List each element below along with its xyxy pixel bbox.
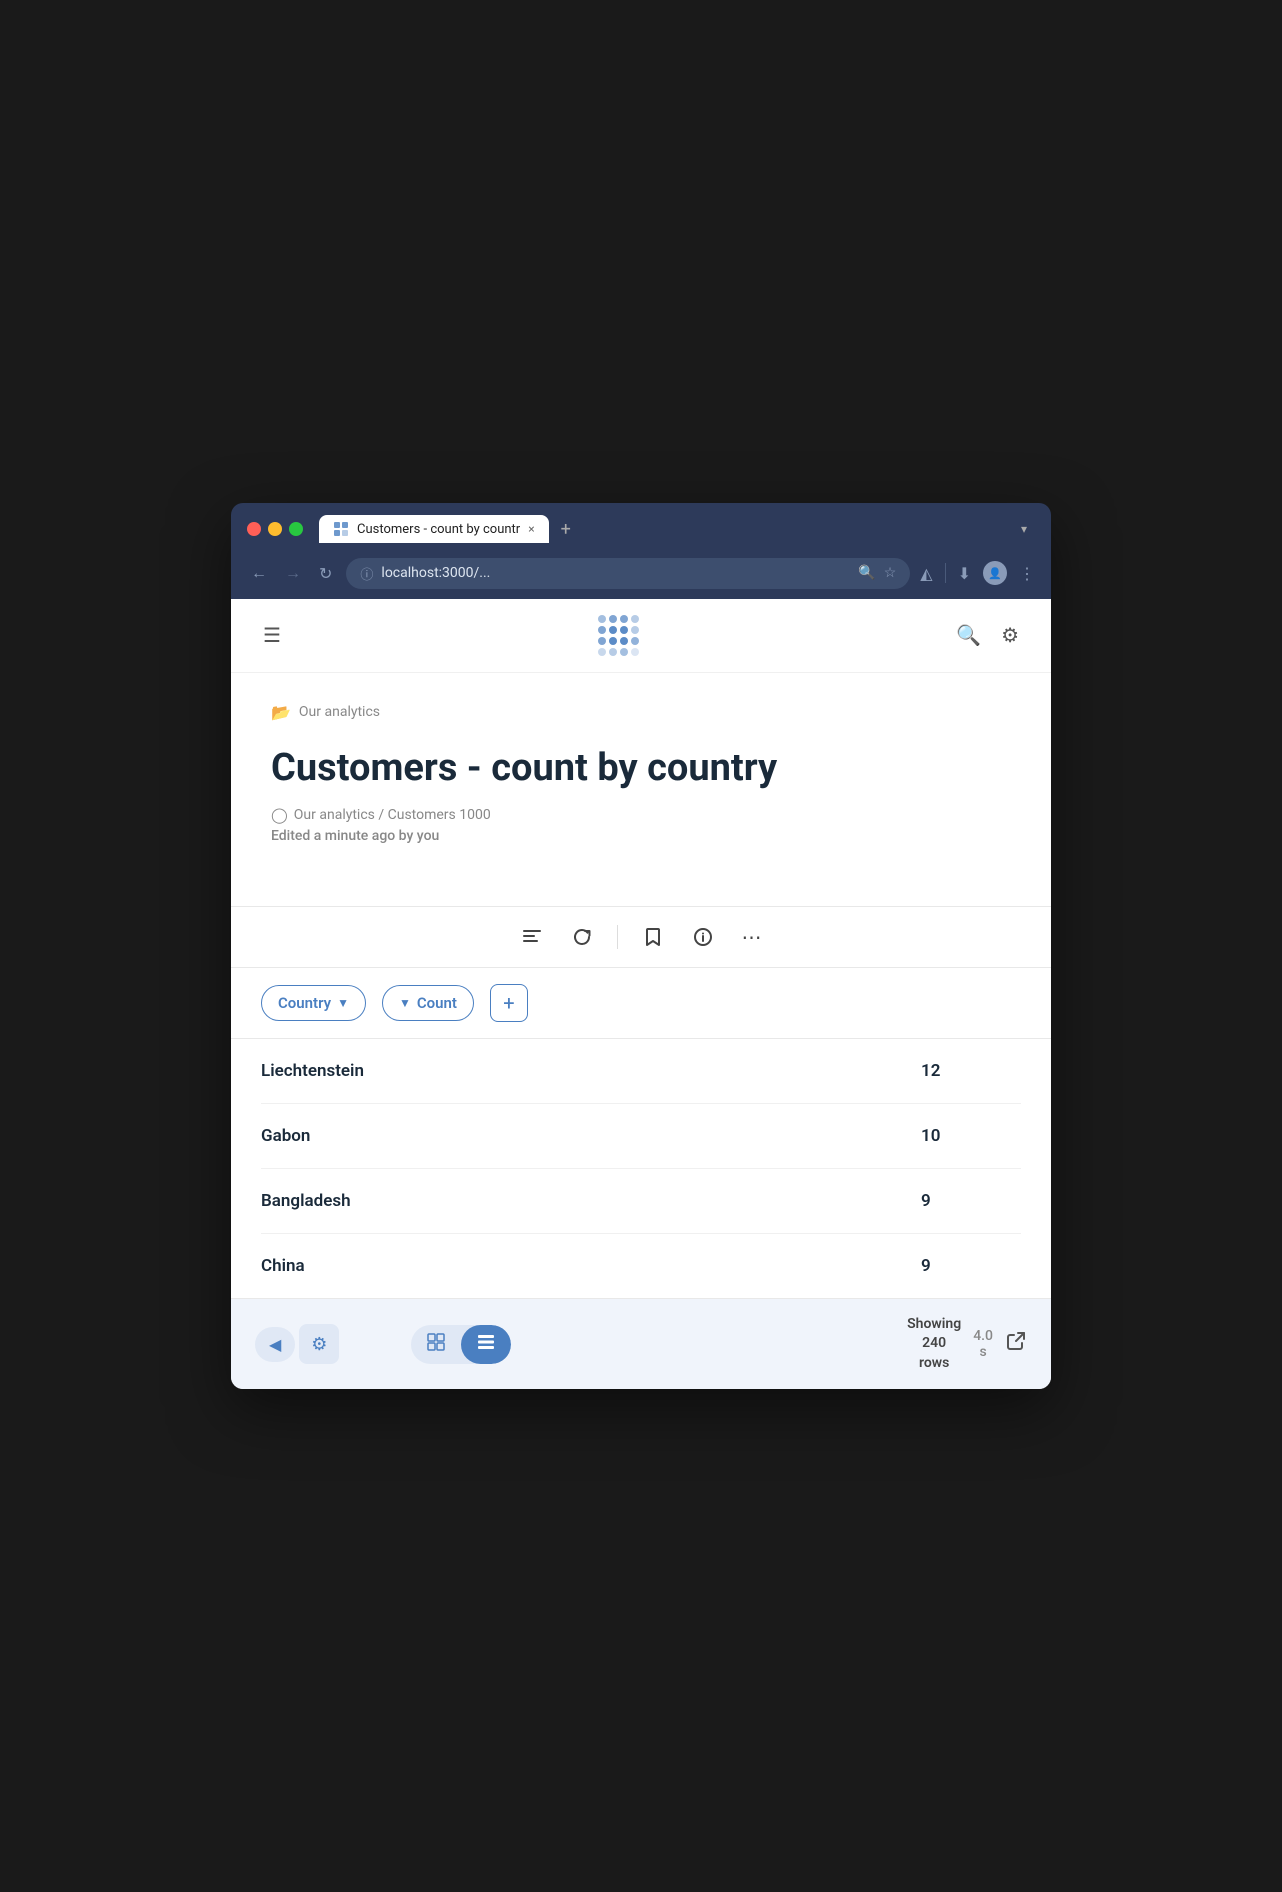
footer-left: ◀ ⚙ (255, 1324, 339, 1364)
count-cell: 10 (921, 1126, 1021, 1146)
refresh-btn[interactable] (567, 922, 597, 952)
info-btn[interactable] (688, 922, 718, 952)
search-btn[interactable]: 🔍 (956, 623, 981, 647)
timing-display: 4.0 s (973, 1328, 993, 1360)
toolbar-divider (617, 925, 618, 949)
tab-bar: Customers - count by countr × + ▾ (319, 515, 1035, 544)
count-cell: 9 (921, 1191, 1021, 1211)
star-icon[interactable]: ☆ (884, 565, 897, 581)
list-view-btn[interactable] (461, 1325, 511, 1364)
country-chevron-icon: ▼ (337, 996, 349, 1010)
country-column-label: Country (278, 994, 331, 1012)
breadcrumb-label: Our analytics (299, 704, 380, 720)
bookmark-btn[interactable] (638, 922, 668, 952)
browser-actions: ◭ ⬇ 👤 ⋮ (920, 561, 1035, 585)
breadcrumb: 📂 Our analytics (271, 703, 1011, 722)
country-column-btn[interactable]: Country ▼ (261, 985, 366, 1021)
forward-btn[interactable]: → (281, 559, 305, 587)
table-row: Gabon 10 (261, 1104, 1021, 1169)
settings-btn[interactable]: ⚙ (1001, 623, 1019, 647)
page-meta: ◯ Our analytics / Customers 1000 (271, 806, 1011, 824)
browser-addressbar: ← → ↻ ⓘ localhost:3000/... 🔍 ☆ ◭ ⬇ 👤 ⋮ (231, 552, 1051, 599)
maximize-traffic-light[interactable] (289, 522, 303, 536)
download-btn[interactable]: ⬇ (958, 564, 971, 583)
country-cell: Bangladesh (261, 1191, 921, 1211)
new-tab-btn[interactable]: + (553, 515, 579, 544)
table-row: Bangladesh 9 (261, 1169, 1021, 1234)
table-rows: Liechtenstein 12 Gabon 10 Bangladesh 9 C… (231, 1039, 1051, 1298)
country-cell: China (261, 1256, 921, 1276)
footer-prev-btn[interactable]: ◀ (255, 1327, 295, 1362)
hamburger-btn[interactable]: ☰ (263, 623, 281, 647)
folder-icon: 📂 (271, 703, 291, 722)
table-footer: ◀ ⚙ (231, 1299, 1051, 1390)
external-link-btn[interactable] (1005, 1330, 1027, 1358)
app-header: ☰ 🔍 ⚙ (231, 599, 1051, 673)
browser-titlebar: Customers - count by countr × + ▾ (231, 503, 1051, 552)
close-traffic-light[interactable] (247, 522, 261, 536)
count-cell: 12 (921, 1061, 1021, 1081)
lock-icon: ⓘ (360, 564, 373, 583)
page-body: 📂 Our analytics Customers - count by cou… (231, 673, 1051, 906)
table-row: China 9 (261, 1234, 1021, 1298)
footer-gear-btn[interactable]: ⚙ (299, 1324, 339, 1364)
header-actions: 🔍 ⚙ (956, 623, 1019, 647)
table-header: Country ▼ ▼ Count + (231, 968, 1051, 1039)
meta-cube-icon: ◯ (271, 806, 288, 824)
gear-icon: ⚙ (311, 1334, 327, 1355)
count-column-btn[interactable]: ▼ Count (382, 985, 474, 1021)
tab-favicon (333, 521, 349, 537)
table-section: Country ▼ ▼ Count + Liechtenstein 12 Gab… (231, 968, 1051, 1299)
table-row: Liechtenstein 12 (261, 1039, 1021, 1104)
browser-chrome: Customers - count by countr × + ▾ ← → ↻ … (231, 503, 1051, 599)
showing-text: Showing 240 rows (907, 1315, 961, 1374)
active-tab[interactable]: Customers - count by countr × (319, 515, 549, 543)
profile-btn[interactable]: 👤 (983, 561, 1007, 585)
columns-btn[interactable] (517, 922, 547, 952)
footer-btn-group: ◀ (255, 1327, 295, 1362)
count-cell: 9 (921, 1256, 1021, 1276)
page-edited: Edited a minute ago by you (271, 828, 1011, 844)
count-chevron-icon: ▼ (399, 996, 411, 1010)
page-content: ☰ 🔍 ⚙ (231, 599, 1051, 1390)
country-cell: Liechtenstein (261, 1061, 921, 1081)
back-btn[interactable]: ← (247, 559, 271, 587)
extensions-btn[interactable]: ◭ (920, 564, 932, 583)
tab-close-btn[interactable]: × (528, 522, 534, 536)
reload-btn[interactable]: ↻ (315, 560, 336, 587)
url-text: localhost:3000/... (381, 565, 850, 581)
tab-dropdown-btn[interactable]: ▾ (1013, 518, 1035, 540)
count-column-label: Count (417, 994, 457, 1012)
app-logo (598, 615, 639, 656)
country-cell: Gabon (261, 1126, 921, 1146)
view-toggle (411, 1325, 511, 1364)
tab-title: Customers - count by countr (357, 522, 520, 537)
footer-stats: Showing 240 rows 4.0 s (907, 1315, 1027, 1374)
minimize-traffic-light[interactable] (268, 522, 282, 536)
more-btn[interactable]: ⋯ (738, 921, 766, 953)
menu-btn[interactable]: ⋮ (1019, 564, 1035, 583)
meta-path: Our analytics / Customers 1000 (294, 807, 491, 823)
browser-window: Customers - count by countr × + ▾ ← → ↻ … (231, 503, 1051, 1390)
toolbar: ⋯ (231, 906, 1051, 968)
page-title: Customers - count by country (271, 746, 1011, 790)
traffic-lights (247, 522, 303, 536)
address-bar[interactable]: ⓘ localhost:3000/... 🔍 ☆ (346, 558, 910, 589)
add-column-btn[interactable]: + (490, 984, 528, 1022)
grid-view-btn[interactable] (411, 1325, 461, 1364)
zoom-icon: 🔍 (858, 565, 875, 581)
